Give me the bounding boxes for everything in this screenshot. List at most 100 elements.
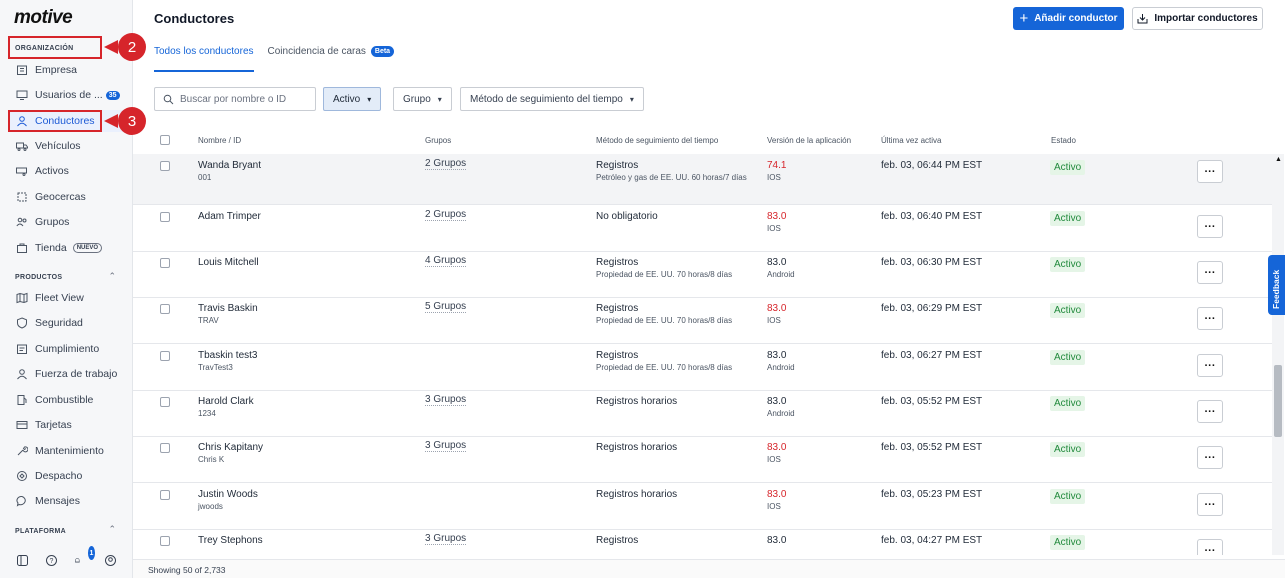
table-row[interactable]: Tbaskin test3 TravTest3 Registros Propiedad… xyxy=(133,344,1273,391)
sidebar-item-geofences[interactable]: Geocercas xyxy=(10,186,125,208)
tab-all-drivers[interactable]: Todos los conductores xyxy=(154,46,254,72)
tracking-method: Registros horarios xyxy=(596,489,678,500)
table-row[interactable]: Travis Baskin TRAV 5 Grupos Registros Propie… xyxy=(133,297,1273,344)
driver-name[interactable]: Louis Mitchell xyxy=(198,257,259,268)
sidebar-item-company[interactable]: Empresa xyxy=(10,59,125,81)
scrollbar-thumb[interactable] xyxy=(1274,365,1282,437)
driver-name-cell: Tbaskin test3 TravTest3 xyxy=(198,350,257,373)
scroll-up-arrow-icon[interactable]: ▲ xyxy=(1275,156,1282,163)
group-filter-dropdown[interactable]: Grupo ▾ xyxy=(393,87,452,111)
search-input[interactable]: Buscar por nombre o ID xyxy=(154,87,316,111)
column-header-method[interactable]: Método de seguimiento del tiempo xyxy=(596,136,718,145)
row-checkbox[interactable] xyxy=(160,490,170,500)
row-checkbox[interactable] xyxy=(160,443,170,453)
add-driver-button[interactable]: + Añadir conductor xyxy=(1013,7,1124,30)
table-row[interactable]: Louis Mitchell 4 Grupos Registros Propiedad… xyxy=(133,251,1273,298)
driver-name[interactable]: Chris Kapitany xyxy=(198,442,263,453)
motive-logo[interactable]: motive xyxy=(14,7,73,29)
row-checkbox[interactable] xyxy=(160,351,170,361)
row-checkbox[interactable] xyxy=(160,161,170,171)
chevron-down-icon: ▾ xyxy=(629,94,634,104)
search-icon xyxy=(163,94,174,105)
row-actions-button[interactable]: ··· xyxy=(1197,493,1223,516)
column-header-last-active[interactable]: Última vez activa xyxy=(881,136,941,145)
table-scrollbar[interactable]: ▲ xyxy=(1272,154,1284,555)
row-actions-button[interactable]: ··· xyxy=(1197,261,1223,284)
tracking-method-cell: Registros Petróleo y gas de EE. UU. 60 ho… xyxy=(596,160,756,183)
row-checkbox[interactable] xyxy=(160,536,170,546)
chevron-up-icon[interactable]: ⌃ xyxy=(108,524,116,535)
sidebar-item-groups[interactable]: Grupos xyxy=(10,211,125,233)
column-header-groups[interactable]: Grupos xyxy=(425,136,451,145)
driver-name[interactable]: Travis Baskin xyxy=(198,303,258,314)
column-header-app-version[interactable]: Versión de la aplicación xyxy=(767,136,851,145)
apps-icon[interactable] xyxy=(16,553,30,567)
driver-name[interactable]: Tbaskin test3 xyxy=(198,350,257,361)
tracking-method: Registros xyxy=(596,160,639,171)
column-header-status[interactable]: Estado xyxy=(1051,136,1076,145)
table-row[interactable]: Wanda Bryant 001 2 Grupos Registros Petróleo… xyxy=(133,154,1273,205)
groups-link[interactable]: 5 Grupos xyxy=(425,301,467,313)
tracking-method-filter-dropdown[interactable]: Método de seguimiento del tiempo ▾ xyxy=(460,87,644,111)
groups-link[interactable]: 2 Grupos xyxy=(425,209,467,221)
status-filter-dropdown[interactable]: Activo ▾ xyxy=(323,87,382,111)
sidebar-item-workforce[interactable]: Fuerza de trabajo xyxy=(10,363,125,385)
account-icon[interactable] xyxy=(103,553,117,567)
sidebar-item-cards[interactable]: Tarjetas xyxy=(10,414,125,436)
row-checkbox[interactable] xyxy=(160,258,170,268)
row-actions-button[interactable]: ··· xyxy=(1197,400,1223,423)
driver-name[interactable]: Wanda Bryant xyxy=(198,160,261,171)
chevron-up-icon[interactable]: ⌃ xyxy=(108,271,116,282)
groups-link[interactable]: 3 Grupos xyxy=(425,394,467,406)
select-all-checkbox[interactable] xyxy=(160,135,170,145)
groups-link[interactable]: 2 Grupos xyxy=(425,158,467,170)
driver-name[interactable]: Harold Clark xyxy=(198,396,254,407)
row-checkbox[interactable] xyxy=(160,212,170,222)
tracking-method-cell: Registros Propiedad de EE. UU. 70 horas/8… xyxy=(596,257,756,280)
sidebar-item-store[interactable]: Tienda NUEVO xyxy=(10,237,125,259)
tab-face-matching-label: Coincidencia de caras xyxy=(267,46,366,57)
row-actions-button[interactable]: ··· xyxy=(1197,354,1223,377)
column-header-name[interactable]: Nombre / ID xyxy=(198,136,241,145)
driver-name[interactable]: Trey Stephons xyxy=(198,535,263,546)
row-actions-button[interactable]: ··· xyxy=(1197,446,1223,469)
sidebar-item-messages[interactable]: Mensajes xyxy=(10,490,125,512)
tracking-method-detail: Propiedad de EE. UU. 70 horas/8 días xyxy=(596,363,733,372)
tracking-method-cell: Registros horarios xyxy=(596,396,756,409)
map-icon xyxy=(16,292,28,304)
table-row[interactable]: Harold Clark 1234 3 Grupos Registros horari… xyxy=(133,390,1273,437)
driver-name[interactable]: Adam Trimper xyxy=(198,211,261,222)
row-actions-button[interactable]: ··· xyxy=(1197,307,1223,330)
groups-link[interactable]: 4 Grupos xyxy=(425,255,467,267)
row-checkbox[interactable] xyxy=(160,397,170,407)
row-actions-button[interactable]: ··· xyxy=(1197,215,1223,238)
tracking-method: Registros horarios xyxy=(596,396,678,407)
driver-id: 001 xyxy=(198,173,212,182)
table-row[interactable]: Justin Woods jwoods Registros horarios 83.0… xyxy=(133,483,1273,530)
bell-icon[interactable]: 1 xyxy=(74,546,96,567)
feedback-tab[interactable]: Feedback xyxy=(1268,255,1285,315)
sidebar-item-maintenance[interactable]: Mantenimiento xyxy=(10,440,125,462)
sidebar-item-fuel[interactable]: Combustible xyxy=(10,389,125,411)
row-checkbox[interactable] xyxy=(160,304,170,314)
sidebar-item-safety[interactable]: Seguridad xyxy=(10,312,125,334)
help-icon[interactable]: ? xyxy=(45,553,59,567)
sidebar-item-vehicles[interactable]: Vehículos xyxy=(10,135,125,157)
import-drivers-button[interactable]: Importar conductores xyxy=(1132,7,1263,30)
sidebar-item-dispatch[interactable]: Despacho xyxy=(10,465,125,487)
groups-link[interactable]: 3 Grupos xyxy=(425,440,467,452)
sidebar-item-users[interactable]: Usuarios de ... 35 xyxy=(10,84,125,106)
sidebar-item-assets[interactable]: Activos xyxy=(10,160,125,182)
table-row[interactable]: Trey Stephons 3 Grupos Registros 83.0 feb. 0… xyxy=(133,529,1273,555)
last-active-cell: feb. 03, 06:30 PM EST xyxy=(881,257,983,268)
row-actions-button[interactable]: ··· xyxy=(1197,160,1223,183)
row-actions-button[interactable]: ··· xyxy=(1197,539,1223,555)
table-row[interactable]: Chris Kapitany Chris K 3 Grupos Registros h… xyxy=(133,436,1273,483)
sidebar-item-fleet-view[interactable]: Fleet View xyxy=(10,287,125,309)
sidebar-item-compliance[interactable]: Cumplimiento xyxy=(10,338,125,360)
groups-link[interactable]: 3 Grupos xyxy=(425,533,467,545)
tab-face-matching[interactable]: Coincidencia de caras Beta xyxy=(268,46,395,72)
driver-name[interactable]: Justin Woods xyxy=(198,489,258,500)
sidebar-item-label: Grupos xyxy=(35,216,70,228)
table-row[interactable]: Adam Trimper 2 Grupos No obligatorio 83.0 IO… xyxy=(133,205,1273,252)
